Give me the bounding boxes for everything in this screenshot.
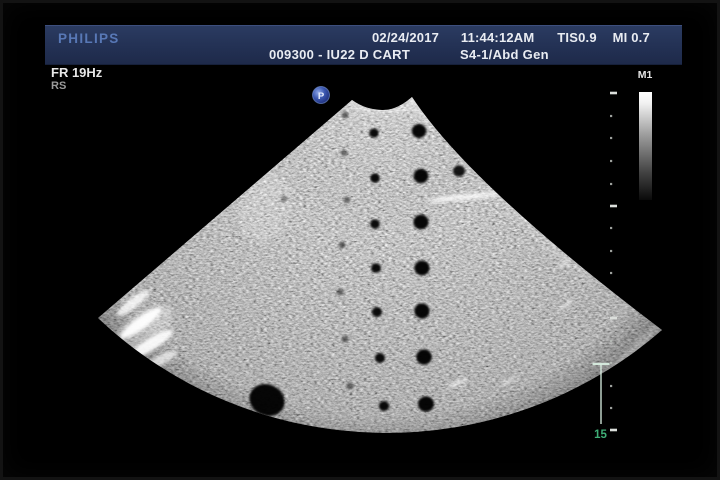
orientation-marker-letter: P <box>318 91 325 102</box>
header-bar: PHILIPS 02/24/2017 11:44:12AM TIS0.9 MI … <box>45 25 682 65</box>
tis-value: TIS0.9 <box>557 30 597 45</box>
mi-value: MI 0.7 <box>613 30 650 45</box>
depth-label: 15 <box>594 429 607 441</box>
system-id: 009300 - IU22 D CART <box>269 47 410 62</box>
time-value: 11:44:12AM <box>461 30 535 45</box>
frame-rate-label: FR 19Hz <box>51 65 102 80</box>
map-label: M1 <box>638 69 653 81</box>
date-value: 02/24/2017 <box>372 30 439 45</box>
ultrasound-screen: P M1 15 PHILIPS 02/24/2017 11:44:12AM TI… <box>0 0 720 480</box>
sonogram-display: P M1 15 <box>0 0 720 480</box>
fan-image <box>80 88 680 448</box>
probe-orientation-marker: P <box>313 87 330 104</box>
rs-label: RS <box>51 80 66 92</box>
philips-logo: PHILIPS <box>58 31 120 46</box>
header-status-line: 02/24/2017 11:44:12AM TIS0.9 MI 0.7 <box>372 30 650 45</box>
depth-ruler <box>610 92 617 432</box>
transducer-preset: S4-1/Abd Gen <box>460 47 549 62</box>
grayscale-bar <box>639 92 652 200</box>
